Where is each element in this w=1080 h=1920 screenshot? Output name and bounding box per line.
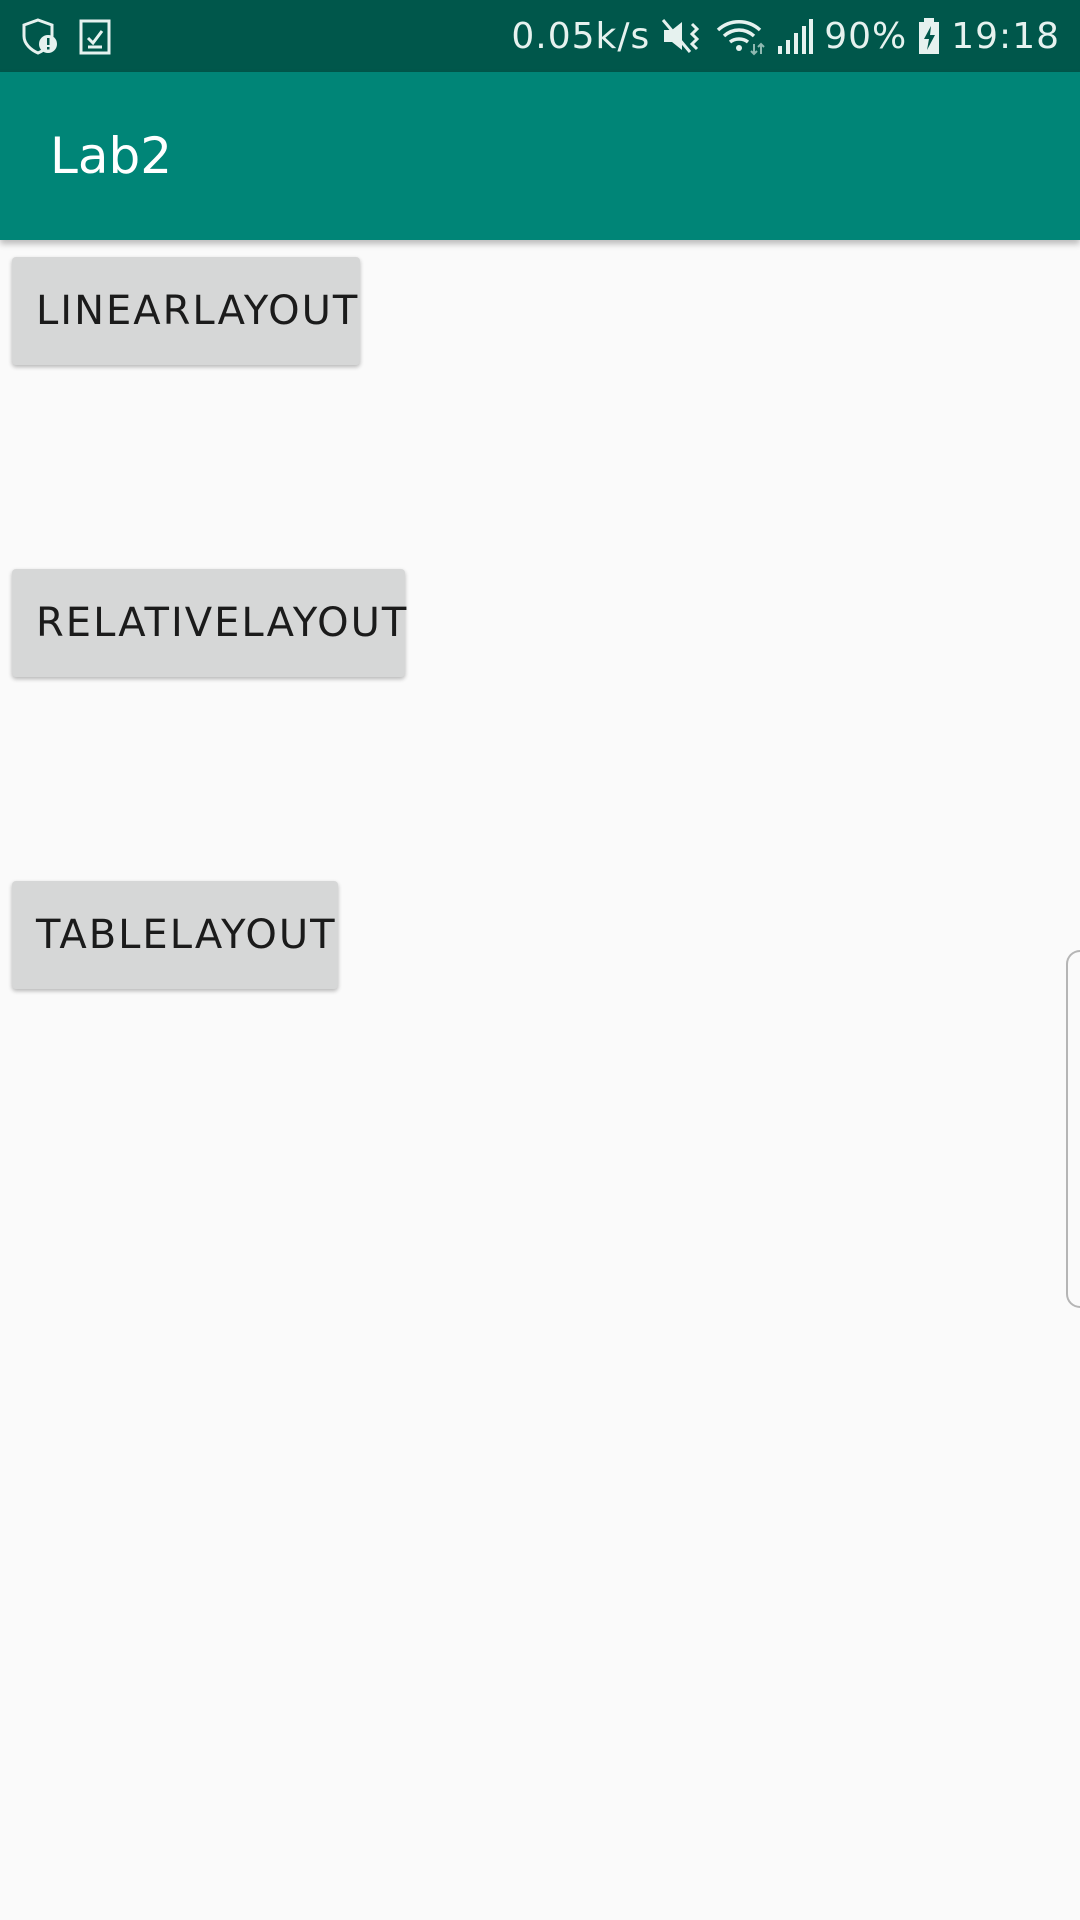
app-title: Lab2 <box>50 127 173 185</box>
system-status: 0.05k/s 90% 19:18 <box>511 16 1060 57</box>
clock: 19:18 <box>951 15 1060 57</box>
tablelayout-button[interactable]: TABLELAYOUT <box>12 881 338 989</box>
linearlayout-button[interactable]: LINEARLAYOUT <box>12 257 360 365</box>
notification-icons <box>20 16 112 56</box>
shield-alert-icon <box>20 16 60 56</box>
clipboard-check-icon <box>78 16 112 56</box>
mute-vibrate-icon <box>660 16 704 56</box>
battery-charging-icon <box>917 16 941 56</box>
status-bar: 0.05k/s 90% 19:18 <box>0 0 1080 72</box>
main-content: LINEARLAYOUT RELATIVELAYOUT TABLELAYOUT <box>0 240 1080 1920</box>
net-speed: 0.05k/s <box>511 15 651 57</box>
signal-icon <box>776 16 814 56</box>
edge-panel-handle[interactable] <box>1066 950 1080 1308</box>
battery-percent: 90% <box>824 15 908 57</box>
wifi-icon <box>714 16 766 56</box>
app-bar: Lab2 <box>0 72 1080 240</box>
relativelayout-button[interactable]: RELATIVELAYOUT <box>12 569 406 677</box>
